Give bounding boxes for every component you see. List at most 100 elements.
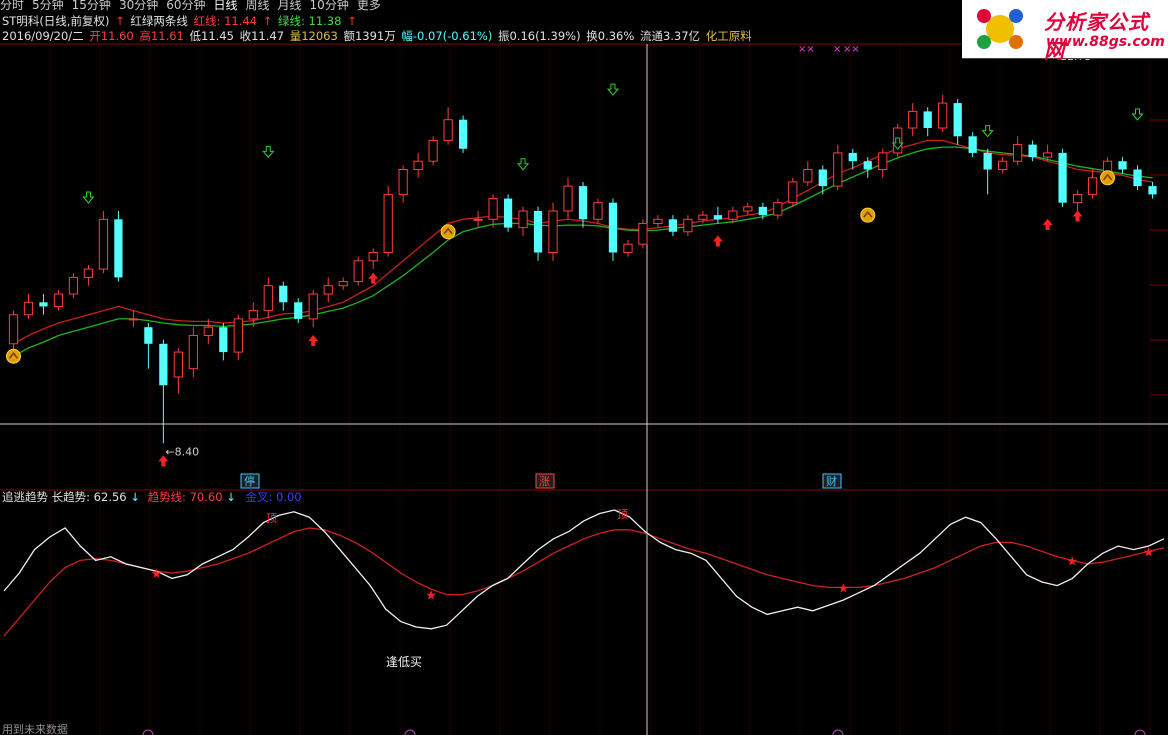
candle-body-down bbox=[279, 285, 288, 303]
candle-body-up bbox=[323, 285, 333, 295]
candle-body-up bbox=[878, 152, 888, 170]
candle-body-down bbox=[159, 343, 168, 386]
candle-body-up bbox=[548, 210, 558, 253]
sub-long: 长趋势: 62.56 bbox=[51, 490, 127, 504]
kline-chart[interactable]: ←8.4012.73×××××停涨财★★★★★顶顶逢低买用到未来数据 bbox=[0, 0, 1168, 735]
candle-body-up bbox=[1013, 144, 1023, 162]
candle-body-down bbox=[713, 215, 723, 220]
event-tag: 财 bbox=[826, 474, 837, 488]
long-trend-line bbox=[3, 509, 1165, 630]
candle-body-up bbox=[428, 139, 438, 162]
candle-body-up bbox=[413, 160, 423, 170]
candle-body-down bbox=[608, 202, 618, 253]
candle-body-up bbox=[443, 119, 453, 141]
candle-body-up bbox=[788, 181, 798, 204]
candle-body-down bbox=[668, 219, 678, 232]
candle-body-down bbox=[578, 186, 588, 220]
buy-low-label: 逢低买 bbox=[386, 655, 422, 669]
candle-body-up bbox=[473, 218, 483, 221]
sub-cross: 金叉: 0.00 bbox=[245, 490, 302, 504]
candle-body-up bbox=[1072, 193, 1083, 204]
candle-body-up bbox=[653, 218, 663, 224]
candle-body-down bbox=[968, 136, 977, 153]
candle-body-down bbox=[533, 211, 543, 253]
candle-body-up bbox=[698, 214, 708, 220]
candle-body-down bbox=[758, 206, 767, 216]
candle-body-up bbox=[623, 243, 633, 253]
candle-body-down bbox=[923, 111, 932, 128]
candle-body-down bbox=[39, 302, 48, 307]
star-icon: ★ bbox=[1143, 545, 1155, 560]
star-icon: ★ bbox=[151, 567, 163, 582]
candle-body-up bbox=[638, 222, 648, 245]
down-arrow-icon: ↓ bbox=[130, 490, 140, 504]
event-tag: 涨 bbox=[539, 475, 550, 488]
candle-body-down bbox=[953, 103, 962, 137]
logo-url: www.88gs.com bbox=[1046, 34, 1165, 50]
candle-body-up bbox=[908, 110, 918, 129]
candle-body-down bbox=[818, 169, 827, 187]
green-down-arrow-icon bbox=[516, 158, 530, 171]
candle-body-up bbox=[188, 335, 198, 370]
candle-body-up bbox=[803, 169, 813, 183]
candle-body-down bbox=[1148, 186, 1157, 195]
candle-body-down bbox=[1028, 144, 1037, 158]
candle-body-up bbox=[353, 260, 363, 283]
star-icon: ★ bbox=[1066, 554, 1078, 569]
green-down-arrow-icon bbox=[82, 191, 95, 204]
candle-body-up bbox=[743, 206, 753, 212]
candle-body-down bbox=[1118, 161, 1127, 170]
candle-body-up bbox=[68, 276, 79, 295]
candle-body-down bbox=[983, 152, 992, 170]
trend-line bbox=[3, 527, 1165, 637]
candle-body-up bbox=[233, 318, 243, 353]
candle-body-down bbox=[294, 302, 303, 319]
candle-body-up bbox=[338, 281, 348, 287]
green-down-arrow-icon bbox=[981, 125, 994, 138]
green-down-arrow-icon bbox=[606, 83, 620, 96]
future-data-note: 用到未来数据 bbox=[2, 722, 68, 735]
candle-body-up bbox=[248, 310, 258, 320]
candle-body-up bbox=[263, 285, 273, 312]
candle-body-up bbox=[53, 293, 64, 307]
candle-body-down bbox=[863, 161, 872, 170]
red-up-arrow-icon bbox=[308, 335, 319, 347]
buy-circle-icon bbox=[440, 224, 456, 240]
candle-body-up bbox=[563, 185, 573, 212]
bottom-marker-icon bbox=[832, 729, 844, 735]
star-icon: ★ bbox=[425, 589, 437, 604]
candle-body-up bbox=[833, 152, 843, 187]
red-up-arrow-icon bbox=[1042, 218, 1053, 230]
top-label: 顶 bbox=[266, 512, 277, 525]
red-up-arrow-icon bbox=[712, 235, 723, 247]
low-price-label: ←8.40 bbox=[165, 445, 199, 458]
logo: 分析家公式网 www.88gs.com bbox=[962, 0, 1168, 63]
sub-header: 追逃趋势 长趋势: 62.56 ↓ 趋势线: 70.60 ↓ 金叉: 0.00 bbox=[2, 490, 302, 504]
candle-body-down bbox=[503, 198, 513, 228]
candle-body-down bbox=[848, 152, 857, 162]
candle-body-up bbox=[1087, 177, 1098, 195]
magenta-x-mark: ×× bbox=[843, 44, 860, 55]
buy-circle-icon bbox=[5, 348, 21, 364]
candle-body-up bbox=[173, 351, 183, 378]
sub-trend: 趋势线: 70.60 bbox=[147, 490, 223, 504]
candle-body-down bbox=[144, 327, 153, 344]
candle-body-up bbox=[308, 293, 318, 320]
candle-body-up bbox=[728, 210, 738, 220]
event-tag: 停 bbox=[244, 474, 255, 488]
top-label: 顶 bbox=[617, 508, 628, 521]
candle-body-up bbox=[83, 268, 94, 278]
candle-body-down bbox=[458, 119, 468, 149]
candle-body-up bbox=[683, 218, 693, 233]
candle-body-up bbox=[368, 252, 378, 262]
buy-circle-icon bbox=[860, 207, 876, 223]
candle-body-up bbox=[23, 301, 34, 316]
candle-body-up bbox=[938, 102, 948, 129]
candle-body-down bbox=[219, 327, 228, 353]
candle-body-up bbox=[488, 198, 498, 220]
red-ma-line bbox=[13, 139, 1153, 345]
candle-body-up bbox=[518, 210, 528, 229]
candle-body-up bbox=[593, 202, 603, 220]
candle-body-up bbox=[128, 318, 139, 321]
candle-body-up bbox=[8, 314, 19, 345]
